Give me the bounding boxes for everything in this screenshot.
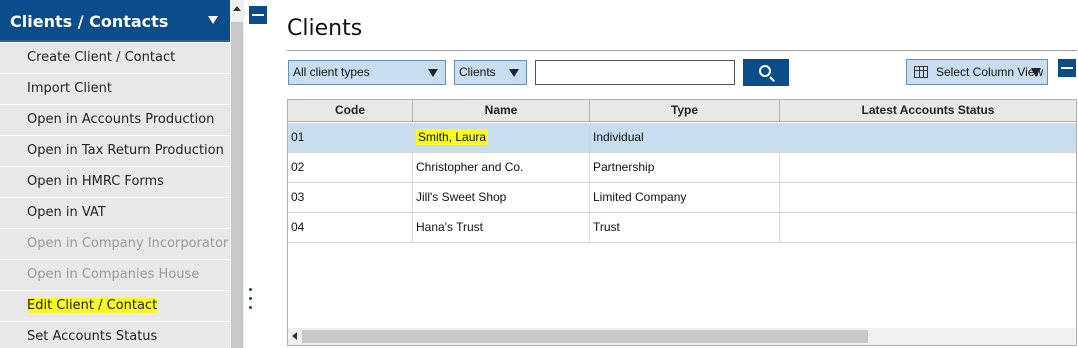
cell-type: Trust <box>590 213 780 243</box>
column-header-type[interactable]: Type <box>590 100 780 122</box>
scroll-left-icon[interactable] <box>292 332 297 340</box>
table-header: Code Name Type Latest Accounts Status <box>288 100 1076 122</box>
cell-type: Partnership <box>590 153 780 183</box>
menu-item-open-hmrc-forms[interactable]: Open in HMRC Forms <box>0 166 230 197</box>
select-column-view-button[interactable]: Select Column View <box>906 59 1048 85</box>
cell-name-text: Smith, Laura <box>416 129 489 145</box>
menu-item-edit-client[interactable]: Edit Client / Contact <box>0 290 230 321</box>
scroll-up-icon[interactable] <box>233 6 241 11</box>
sidebar-header[interactable]: Clients / Contacts <box>0 0 230 42</box>
cell-code: 03 <box>288 183 413 213</box>
menu-item-label: Open in VAT <box>27 205 106 220</box>
menu-item-label: Open in Accounts Production <box>27 112 215 127</box>
collapse-sidebar-button[interactable] <box>249 6 267 24</box>
resize-handle[interactable] <box>249 288 253 315</box>
clients-table: Code Name Type Latest Accounts Status 01… <box>287 99 1077 346</box>
table-row[interactable]: 03 Jill's Sweet Shop Limited Company <box>288 183 1076 213</box>
divider <box>287 50 1077 51</box>
page-title: Clients <box>287 16 363 41</box>
table-horizontal-scrollbar[interactable] <box>288 328 1076 345</box>
client-type-select[interactable]: All client types <box>288 60 446 85</box>
scrollbar-thumb[interactable] <box>302 330 868 343</box>
menu-item-open-company-incorporator: Open in Company Incorporator <box>0 228 230 259</box>
column-header-latest-accounts-status[interactable]: Latest Accounts Status <box>780 100 1076 122</box>
search-icon <box>759 65 771 77</box>
dropdown-arrow-icon <box>428 69 438 77</box>
menu-item-label: Open in Tax Return Production <box>27 143 224 158</box>
column-header-code[interactable]: Code <box>288 100 413 122</box>
table-row[interactable]: 04 Hana's Trust Trust <box>288 213 1076 243</box>
menu-item-open-accounts-production[interactable]: Open in Accounts Production <box>0 104 230 135</box>
table-row[interactable]: 01 Smith, Laura Individual <box>288 123 1076 153</box>
menu-item-label: Create Client / Contact <box>27 50 176 65</box>
cell-code: 02 <box>288 153 413 183</box>
cell-status <box>780 213 1076 243</box>
cell-name: Hana's Trust <box>413 213 590 243</box>
scrollbar-thumb[interactable] <box>231 22 243 348</box>
sidebar: Clients / Contacts Create Client / Conta… <box>0 0 230 348</box>
menu-item-label: Open in HMRC Forms <box>27 174 164 189</box>
sidebar-scrollbar[interactable] <box>230 0 244 348</box>
chevron-down-icon[interactable] <box>208 16 218 24</box>
cell-name: Jill's Sweet Shop <box>413 183 590 213</box>
grid-icon <box>914 66 928 78</box>
client-type-value: All client types <box>293 65 370 79</box>
cell-code: 01 <box>288 123 413 153</box>
category-select[interactable]: Clients <box>454 60 527 85</box>
select-column-view-label: Select Column View <box>936 65 1044 79</box>
menu-item-open-vat[interactable]: Open in VAT <box>0 197 230 228</box>
sidebar-title: Clients / Contacts <box>10 12 169 31</box>
menu-item-open-companies-house: Open in Companies House Forms <box>0 259 230 312</box>
menu-item-set-accounts-status[interactable]: Set Accounts Status <box>0 321 230 348</box>
cell-code: 04 <box>288 213 413 243</box>
menu-item-label: Set Accounts Status <box>27 329 158 344</box>
cell-name: Christopher and Co. <box>413 153 590 183</box>
search-button[interactable] <box>743 59 789 86</box>
search-input[interactable] <box>535 60 735 85</box>
column-header-name[interactable]: Name <box>413 100 590 122</box>
menu-item-label: Import Client <box>27 81 112 96</box>
dropdown-arrow-icon <box>1031 68 1041 77</box>
table-row[interactable]: 02 Christopher and Co. Partnership <box>288 153 1076 183</box>
cell-status <box>780 123 1076 153</box>
category-value: Clients <box>459 65 496 79</box>
collapse-panel-button[interactable] <box>1058 59 1076 77</box>
cell-type: Limited Company <box>590 183 780 213</box>
dropdown-arrow-icon <box>509 69 519 77</box>
cell-status <box>780 183 1076 213</box>
menu-item-label: Edit Client / Contact <box>27 298 158 313</box>
menu-item-open-tax-return[interactable]: Open in Tax Return Production <box>0 135 230 166</box>
menu-item-create-client[interactable]: Create Client / Contact <box>0 42 230 73</box>
menu-item-label: Open in Company Incorporator <box>27 236 229 251</box>
menu-item-import-client[interactable]: Import Client <box>0 73 230 104</box>
cell-name: Smith, Laura <box>413 123 590 153</box>
cell-type: Individual <box>590 123 780 153</box>
cell-status <box>780 153 1076 183</box>
